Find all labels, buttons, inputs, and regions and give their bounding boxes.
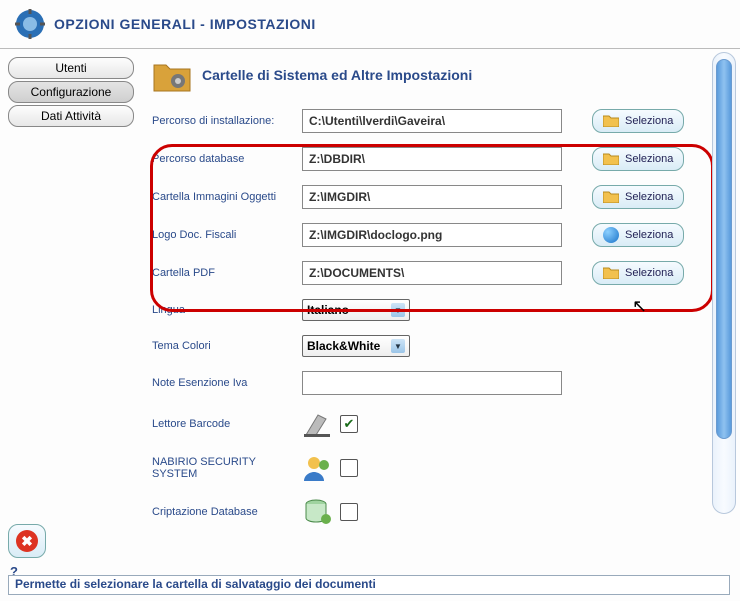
panel-heading: Cartelle di Sistema ed Altre Impostazion… [202, 67, 472, 83]
folder-icon [603, 267, 619, 279]
dropdown-tema[interactable]: Black&White ▼ [302, 335, 410, 357]
input-logo-path[interactable] [302, 223, 562, 247]
label-img: Cartella Immagini Oggetti [152, 191, 302, 203]
select-logo-label: Seleziona [625, 229, 673, 241]
close-icon: ✖ [16, 530, 38, 552]
label-db: Percorso database [152, 153, 302, 165]
barcode-reader-icon [302, 409, 334, 439]
window-title: OPZIONI GENERALI - IMPOSTAZIONI [54, 16, 316, 32]
tab-dati-attivita[interactable]: Dati Attività [8, 105, 134, 127]
gear-icon [14, 8, 46, 40]
users-icon [302, 453, 334, 483]
database-lock-icon [302, 497, 334, 527]
label-nabirio: NABIRIO SECURITY SYSTEM [152, 456, 302, 480]
label-lingua: Lingua [152, 304, 302, 316]
config-panel: Cartelle di Sistema ed Altre Impostazion… [134, 55, 740, 541]
row-nabirio: NABIRIO SECURITY SYSTEM [152, 453, 730, 483]
chevron-down-icon: ▼ [391, 339, 405, 353]
row-install: Percorso di installazione: Seleziona [152, 109, 730, 133]
label-pdf: Cartella PDF [152, 267, 302, 279]
select-install-label: Seleziona [625, 115, 673, 127]
select-db-button[interactable]: Seleziona [592, 147, 684, 171]
input-install-path[interactable] [302, 109, 562, 133]
row-db: Percorso database Seleziona [152, 147, 730, 171]
label-install: Percorso di installazione: [152, 115, 302, 127]
checkbox-cripto[interactable] [340, 503, 358, 521]
input-pdf-path[interactable] [302, 261, 562, 285]
label-barcode: Lettore Barcode [152, 418, 302, 430]
panel-header: Cartelle di Sistema ed Altre Impostazion… [152, 55, 730, 95]
folder-icon [603, 153, 619, 165]
vertical-scrollbar[interactable] [712, 52, 736, 514]
row-barcode: Lettore Barcode ✔ [152, 409, 730, 439]
row-lingua: Lingua Italiano ▼ [152, 299, 730, 321]
select-img-label: Seleziona [625, 191, 673, 203]
row-logo: Logo Doc. Fiscali Seleziona [152, 223, 730, 247]
input-db-path[interactable] [302, 147, 562, 171]
input-note[interactable] [302, 371, 562, 395]
label-tema: Tema Colori [152, 340, 302, 352]
globe-icon [603, 227, 619, 243]
status-bar: Permette di selezionare la cartella di s… [8, 575, 730, 595]
input-img-path[interactable] [302, 185, 562, 209]
label-logo: Logo Doc. Fiscali [152, 229, 302, 241]
tab-configurazione[interactable]: Configurazione [8, 81, 134, 103]
row-tema: Tema Colori Black&White ▼ [152, 335, 730, 357]
select-img-button[interactable]: Seleziona [592, 185, 684, 209]
row-pdf: Cartella PDF Seleziona [152, 261, 730, 285]
row-note: Note Esenzione Iva [152, 371, 730, 395]
folder-icon [603, 115, 619, 127]
select-pdf-button[interactable]: Seleziona [592, 261, 684, 285]
select-db-label: Seleziona [625, 153, 673, 165]
checkbox-barcode[interactable]: ✔ [340, 415, 358, 433]
label-note: Note Esenzione Iva [152, 377, 302, 389]
side-tabs: Utenti Configurazione Dati Attività [8, 57, 134, 129]
row-img: Cartella Immagini Oggetti Seleziona [152, 185, 730, 209]
select-logo-button[interactable]: Seleziona [592, 223, 684, 247]
close-button[interactable]: ✖ [8, 524, 46, 558]
folder-gear-icon [152, 55, 192, 95]
folder-icon [603, 191, 619, 203]
chevron-down-icon: ▼ [391, 303, 405, 317]
row-cripto: Criptazione Database [152, 497, 730, 527]
dropdown-lingua-value: Italiano [307, 303, 349, 317]
tab-utenti[interactable]: Utenti [8, 57, 134, 79]
select-install-button[interactable]: Seleziona [592, 109, 684, 133]
select-pdf-label: Seleziona [625, 267, 673, 279]
scrollbar-thumb[interactable] [716, 59, 732, 439]
dropdown-tema-value: Black&White [307, 339, 380, 353]
label-cripto: Criptazione Database [152, 506, 302, 518]
dropdown-lingua[interactable]: Italiano ▼ [302, 299, 410, 321]
checkbox-nabirio[interactable] [340, 459, 358, 477]
title-bar: OPZIONI GENERALI - IMPOSTAZIONI [0, 0, 740, 49]
